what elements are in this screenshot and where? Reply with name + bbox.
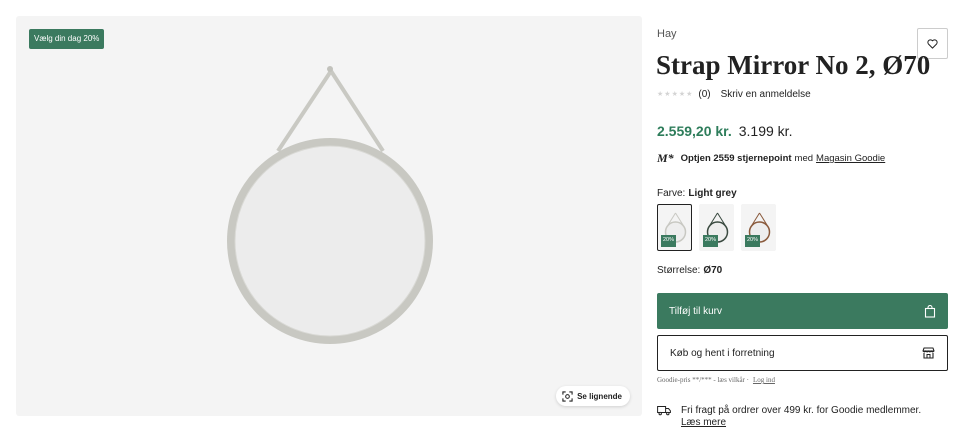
size-label-row: Størrelse: Ø70: [657, 265, 722, 276]
star-icon: ★: [671, 91, 678, 98]
login-link[interactable]: Log ind: [753, 376, 775, 384]
add-to-cart-label: Tilføj til kurv: [669, 305, 722, 317]
star-icon: ★: [678, 91, 686, 98]
terms-row: Goodie-pris **/*** - læs vilkår · Log ind: [657, 376, 775, 384]
magasin-logo: M*: [657, 151, 674, 165]
size-value: Ø70: [703, 265, 723, 276]
store-icon: [922, 347, 935, 359]
shipping-text: Fri fragt på ordrer over 499 kr. for Goo…: [681, 405, 922, 416]
write-review-link[interactable]: Skriv en anmeldelse: [721, 89, 811, 100]
size-label: Størrelse:: [657, 265, 701, 276]
colour-value: Light grey: [688, 188, 737, 199]
points-middle: med: [794, 153, 814, 164]
original-price: 3.199 kr.: [738, 123, 793, 139]
star-icon: ★: [686, 91, 693, 98]
colour-swatches: 20% 20% 20%: [657, 204, 776, 251]
shipping-info: Fri fragt på ordrer over 499 kr. for Goo…: [657, 405, 921, 429]
terms-text[interactable]: Goodie-pris **/*** - læs vilkår ·: [657, 376, 749, 384]
swatch-discount-tag: 20%: [703, 235, 719, 247]
sale-price: 2.559,20 kr.: [657, 123, 732, 139]
swatch-brown[interactable]: 20%: [741, 204, 776, 251]
goodie-link[interactable]: Magasin Goodie: [816, 153, 885, 164]
mirror-image: [227, 66, 433, 344]
brand-name[interactable]: Hay: [657, 28, 677, 40]
buy-in-store-label: Køb og hent i forretning: [670, 347, 775, 359]
buy-in-store-button[interactable]: Køb og hent i forretning: [657, 335, 948, 371]
star-rating: ★ ★ ★ ★ ★: [657, 91, 692, 98]
swatch-discount-tag: 20%: [661, 235, 677, 247]
swatch-light-grey[interactable]: 20%: [657, 204, 692, 251]
swatch-dark-green[interactable]: 20%: [699, 204, 734, 251]
star-icon: ★: [664, 91, 671, 98]
shopping-bag-icon: [924, 304, 936, 318]
loyalty-points: M* Optjen 2559 stjernepoint med Magasin …: [657, 151, 885, 166]
star-icon: ★: [657, 91, 664, 98]
visual-search-icon: [562, 390, 573, 402]
see-similar-label: Se lignende: [577, 391, 622, 401]
heart-icon: [927, 38, 938, 49]
colour-selector-label: Farve: Light grey: [657, 188, 737, 199]
colour-label: Farve:: [657, 188, 686, 199]
add-to-cart-button[interactable]: Tilføj til kurv: [657, 293, 948, 329]
product-image-gallery[interactable]: Vælg din dag 20% Se lignende: [16, 16, 642, 416]
truck-icon: [657, 406, 671, 416]
price-block: 2.559,20 kr. 3.199 kr.: [657, 123, 792, 139]
rating-count: (0): [698, 89, 711, 100]
discount-badge: Vælg din dag 20%: [29, 29, 105, 49]
points-text: Optjen 2559 stjernepoint: [680, 153, 792, 164]
product-title: Strap Mirror No 2, Ø70: [656, 50, 931, 80]
see-similar-button[interactable]: Se lignende: [556, 386, 630, 406]
rating-row: ★ ★ ★ ★ ★ (0) Skriv en anmeldelse: [657, 89, 811, 100]
swatch-discount-tag: 20%: [745, 235, 761, 247]
read-more-link[interactable]: Læs mere: [681, 417, 921, 429]
